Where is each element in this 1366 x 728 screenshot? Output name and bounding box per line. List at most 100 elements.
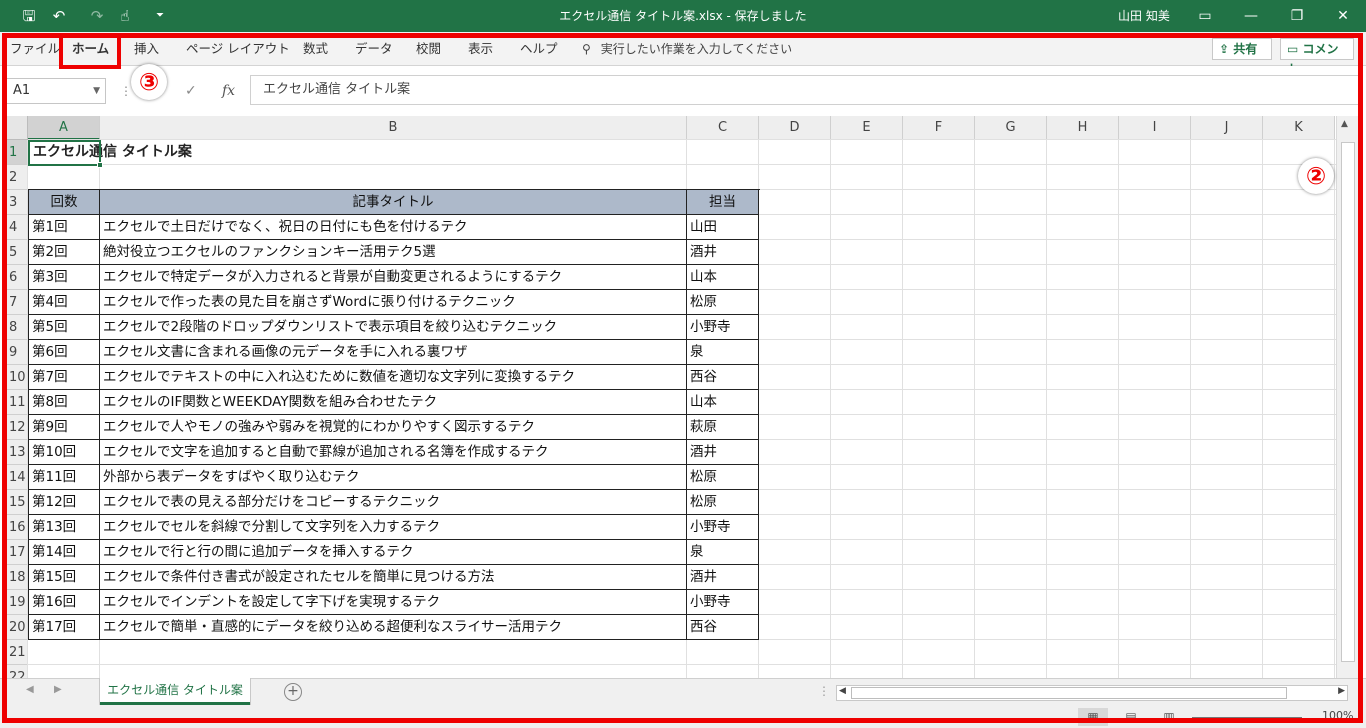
tab-file[interactable]: ファイル bbox=[10, 32, 60, 66]
ribbon-display-icon[interactable]: ▭ bbox=[1182, 0, 1228, 32]
share-button[interactable]: ⇪ 共有 bbox=[1212, 38, 1272, 60]
table-header-cell[interactable]: 回数 bbox=[28, 190, 100, 215]
row-header[interactable]: 5 bbox=[7, 240, 28, 265]
row-header[interactable]: 1 bbox=[7, 140, 28, 165]
table-cell[interactable]: 酒井 bbox=[687, 440, 759, 465]
table-cell[interactable]: エクセルで特定データが入力されると背景が自動変更されるようにするテク bbox=[100, 265, 687, 290]
split-handle-icon[interactable]: ⋮ bbox=[818, 684, 830, 698]
table-cell[interactable]: 泉 bbox=[687, 540, 759, 565]
table-cell[interactable]: 第16回 bbox=[28, 590, 100, 615]
tell-me-box[interactable]: ⚲ 実行したい作業を入力してください bbox=[582, 32, 792, 66]
table-cell[interactable]: 萩原 bbox=[687, 415, 759, 440]
user-name[interactable]: 山田 知美 bbox=[1118, 0, 1170, 32]
table-cell[interactable]: 松原 bbox=[687, 290, 759, 315]
table-cell[interactable]: エクセルで表の見える部分だけをコピーするテクニック bbox=[100, 490, 687, 515]
row-header[interactable]: 8 bbox=[7, 315, 28, 340]
column-header-a[interactable]: A bbox=[28, 116, 100, 140]
row-header[interactable]: 11 bbox=[7, 390, 28, 415]
table-cell[interactable]: 山本 bbox=[687, 390, 759, 415]
redo-icon[interactable]: ↷ bbox=[86, 0, 108, 32]
row-header[interactable]: 17 bbox=[7, 540, 28, 565]
close-button[interactable]: ✕ bbox=[1320, 0, 1366, 32]
table-cell[interactable]: 絶対役立つエクセルのファンクションキー活用テク5選 bbox=[100, 240, 687, 265]
fill-handle[interactable] bbox=[97, 162, 103, 168]
table-cell[interactable]: エクセルで行と行の間に追加データを挿入するテク bbox=[100, 540, 687, 565]
table-cell[interactable]: 第8回 bbox=[28, 390, 100, 415]
table-cell[interactable]: エクセルでセルを斜線で分割して文字列を入力するテク bbox=[100, 515, 687, 540]
worksheet-grid[interactable]: ABCDEFGHIJK 1 2 3 4 5 6 7 8 9 10 11 12 13 14 15 16 17 18 1… bbox=[7, 116, 1336, 678]
table-cell[interactable]: 第3回 bbox=[28, 265, 100, 290]
formula-input[interactable]: エクセル通信 タイトル案 bbox=[250, 75, 1360, 105]
row-header[interactable]: 9 bbox=[7, 340, 28, 365]
row-header[interactable]: 15 bbox=[7, 490, 28, 515]
row-header[interactable]: 6 bbox=[7, 265, 28, 290]
horizontal-scrollbar[interactable]: ◀ ▶ bbox=[836, 685, 1348, 701]
tab-page-layout[interactable]: ページ レイアウト bbox=[186, 32, 290, 66]
row-header[interactable]: 22 bbox=[7, 665, 28, 678]
column-header-b[interactable]: B bbox=[100, 116, 687, 140]
enter-icon[interactable]: ✓ bbox=[185, 80, 197, 102]
touch-mode-icon[interactable]: ☝ bbox=[114, 0, 136, 32]
row-header[interactable]: 12 bbox=[7, 415, 28, 440]
restore-button[interactable]: ❐ bbox=[1274, 0, 1320, 32]
tab-data[interactable]: データ bbox=[355, 32, 393, 66]
table-cell[interactable]: 西谷 bbox=[687, 615, 759, 640]
scroll-right-icon[interactable]: ▶ bbox=[1338, 686, 1345, 696]
column-header-j[interactable]: J bbox=[1191, 116, 1263, 140]
table-cell[interactable]: 泉 bbox=[687, 340, 759, 365]
table-cell[interactable]: 第14回 bbox=[28, 540, 100, 565]
page-layout-view-icon[interactable]: ▤ bbox=[1116, 708, 1146, 726]
column-header-h[interactable]: H bbox=[1047, 116, 1119, 140]
table-cell[interactable]: 第13回 bbox=[28, 515, 100, 540]
table-cell[interactable]: 酒井 bbox=[687, 240, 759, 265]
table-cell[interactable]: 第15回 bbox=[28, 565, 100, 590]
tab-view[interactable]: 表示 bbox=[468, 32, 493, 66]
scroll-up-icon[interactable]: ▲ bbox=[1341, 119, 1348, 129]
name-box[interactable]: A1 ▼ bbox=[6, 78, 106, 104]
row-header[interactable]: 16 bbox=[7, 515, 28, 540]
tab-formulas[interactable]: 数式 bbox=[303, 32, 328, 66]
table-cell[interactable]: エクセルで土日だけでなく、祝日の日付にも色を付けるテク bbox=[100, 215, 687, 240]
prev-sheet-icon[interactable]: ◀ bbox=[26, 684, 34, 695]
table-cell[interactable]: 西谷 bbox=[687, 365, 759, 390]
table-cell[interactable]: 第4回 bbox=[28, 290, 100, 315]
comment-button[interactable]: ▭ コメント bbox=[1280, 38, 1354, 76]
scroll-left-icon[interactable]: ◀ bbox=[839, 686, 846, 696]
add-sheet-icon[interactable]: + bbox=[284, 683, 302, 701]
table-cell[interactable]: 外部から表データをすばやく取り込むテク bbox=[100, 465, 687, 490]
row-header[interactable]: 18 bbox=[7, 565, 28, 590]
column-header-g[interactable]: G bbox=[975, 116, 1047, 140]
sheet-tab[interactable]: エクセル通信 タイトル案 bbox=[100, 678, 250, 705]
row-header[interactable]: 14 bbox=[7, 465, 28, 490]
tab-insert[interactable]: 挿入 bbox=[134, 32, 159, 66]
row-header[interactable]: 19 bbox=[7, 590, 28, 615]
row-header[interactable]: 3 bbox=[7, 190, 28, 215]
table-cell[interactable]: 小野寺 bbox=[687, 315, 759, 340]
select-all-corner[interactable] bbox=[7, 116, 28, 140]
horizontal-scroll-thumb[interactable] bbox=[851, 687, 1287, 699]
row-header[interactable]: 2 bbox=[7, 165, 28, 190]
tab-review[interactable]: 校閲 bbox=[416, 32, 441, 66]
column-header-f[interactable]: F bbox=[903, 116, 975, 140]
table-cell[interactable]: エクセルで簡単・直感的にデータを絞り込める超便利なスライサー活用テク bbox=[100, 615, 687, 640]
table-header-cell[interactable]: 担当 bbox=[687, 190, 759, 215]
table-cell[interactable]: エクセルで作った表の見た目を崩さずWordに張り付けるテクニック bbox=[100, 290, 687, 315]
table-cell[interactable]: 第2回 bbox=[28, 240, 100, 265]
vertical-scrollbar[interactable]: ▲ bbox=[1336, 116, 1360, 678]
chevron-down-icon[interactable]: ▼ bbox=[93, 79, 100, 103]
row-header[interactable]: 7 bbox=[7, 290, 28, 315]
table-cell[interactable]: エクセルで人やモノの強みや弱みを視覚的にわかりやすく図示するテク bbox=[100, 415, 687, 440]
table-cell[interactable]: 松原 bbox=[687, 490, 759, 515]
vertical-scroll-thumb[interactable] bbox=[1341, 142, 1355, 662]
table-cell[interactable]: 山田 bbox=[687, 215, 759, 240]
next-sheet-icon[interactable]: ▶ bbox=[54, 684, 62, 695]
tab-home[interactable]: ホーム bbox=[72, 32, 109, 66]
table-cell[interactable]: 第17回 bbox=[28, 615, 100, 640]
table-cell[interactable]: エクセルで条件付き書式が設定されたセルを簡単に見つける方法 bbox=[100, 565, 687, 590]
table-header-cell[interactable]: 記事タイトル bbox=[100, 190, 687, 215]
normal-view-icon[interactable]: ▦ bbox=[1078, 708, 1108, 726]
column-header-e[interactable]: E bbox=[831, 116, 903, 140]
table-cell[interactable]: 第1回 bbox=[28, 215, 100, 240]
table-cell[interactable]: 第11回 bbox=[28, 465, 100, 490]
page-break-view-icon[interactable]: ▥ bbox=[1154, 708, 1184, 726]
